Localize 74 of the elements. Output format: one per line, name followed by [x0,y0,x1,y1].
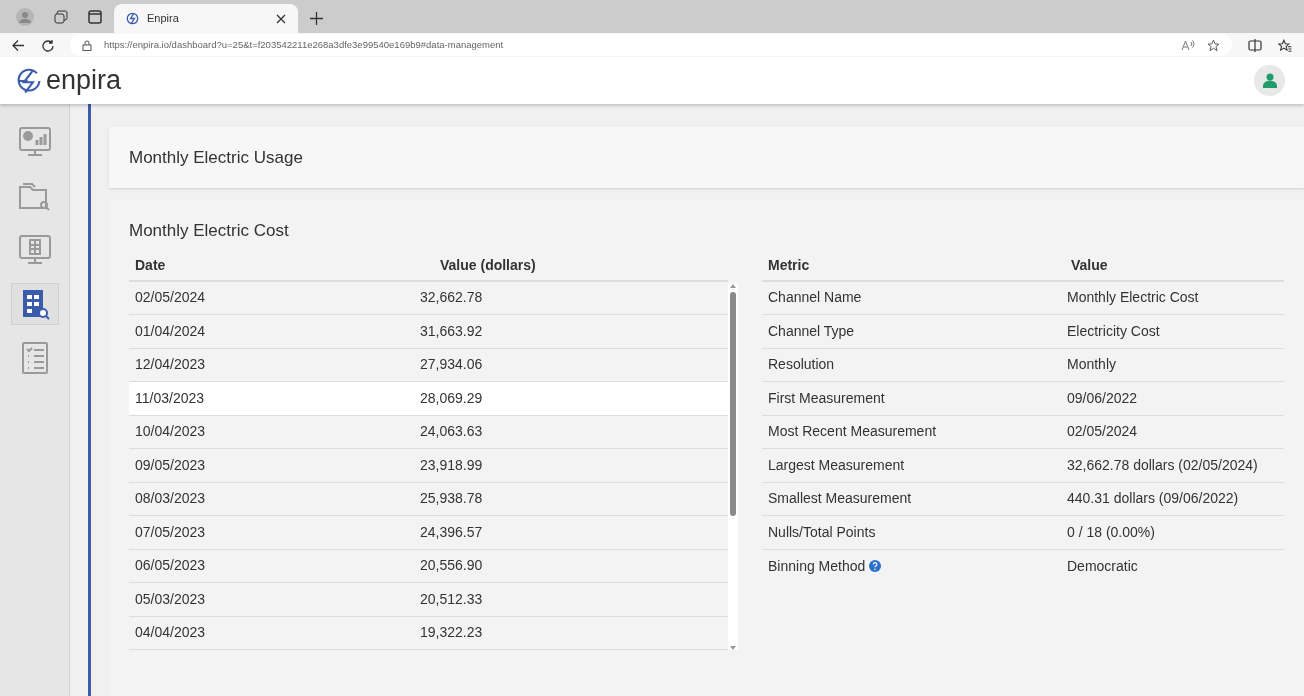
tab-actions-icon[interactable] [88,9,102,24]
table-cell-text: 07/05/2023 [135,522,207,542]
close-icon[interactable] [276,13,286,24]
table-cell-text: Nulls/Total Points [768,522,876,542]
table-cell-text: Monthly Electric Cost [1067,288,1199,308]
lightning-logo-icon [126,12,139,25]
table-cell-text: 28,069.29 [420,388,483,408]
table-cell-text: 23,918.99 [420,455,483,475]
table-cell-text: 08/03/2023 [135,489,207,509]
back-icon[interactable] [12,38,25,52]
sidebar-item[interactable] [10,283,59,325]
table-cell-text: 25,938.78 [420,489,483,509]
workspaces-icon[interactable] [54,9,68,24]
card-title: Monthly Electric Usage [129,146,303,169]
table-cell-text: 01/04/2024 [135,321,207,341]
scroll-up-icon[interactable] [730,283,736,288]
table-cell-text: 10/04/2023 [135,422,207,442]
table-cell-text: Most Recent Measurement [768,422,937,442]
table-cell-text: 19,322.23 [420,623,483,643]
table-cell-text: 04/04/2023 [135,623,207,643]
user-avatar[interactable] [1254,65,1285,96]
table-row[interactable]: 11/03/2023 28,069.29 [129,382,728,416]
table-cell-text: 24,396.57 [420,522,483,542]
table-cell-text: 02/05/2024 [1067,422,1138,442]
table-cell-text: 440.31 dollars (09/06/2022) [1067,489,1239,509]
table-cell-text: 20,556.90 [420,556,483,576]
lock-icon [82,39,92,51]
table-cell-text: 12/04/2023 [135,355,207,375]
table-cell-text: Binning Method [768,556,866,576]
read-aloud-icon[interactable] [1181,39,1195,51]
table-cell-text: 27,934.06 [420,355,483,375]
table-cell-text: 09/05/2023 [135,455,207,475]
table-cell-text: 09/06/2022 [1067,388,1138,408]
user-icon [1262,73,1277,88]
table-cell-text: 0 / 18 (0.00%) [1067,522,1155,542]
lightning-logo-icon [16,67,42,94]
favorites-icon[interactable] [1278,38,1292,52]
table-cell-text: 06/05/2023 [135,556,207,576]
table-cell-text: 20,512.33 [420,589,483,609]
column-header: Metric [768,256,811,275]
url-text: https://enpira.io/dashboard?u=25&t=f203542211e268a3dfe3e99540e169b9#data-management [104,37,505,52]
table-cell-text: Democratic [1067,556,1138,576]
table-cell-text: 02/05/2024 [135,288,207,308]
table-cell-text: Smallest Measurement [768,489,912,509]
card-title: Monthly Electric Cost [129,220,290,242]
table-cell-text: Channel Name [768,288,862,308]
table-cell-text: Resolution [768,355,835,375]
scroll-down-icon[interactable] [730,646,736,650]
table-cell-text: First Measurement [768,388,885,408]
browser-tab[interactable]: Enpira [114,4,298,33]
table-cell-text: Electricity Cost [1067,321,1160,341]
table-cell-text: 05/03/2023 [135,589,207,609]
monitor-chart-icon [17,125,52,159]
address-bar[interactable]: https://enpira.io/dashboard?u=25&t=f203542211e268a3dfe3e99540e169b9#data-management [70,34,1232,56]
table-cell-text: 11/03/2023 [135,388,206,408]
star-icon[interactable] [1207,38,1220,52]
tab-title: Enpira [147,11,180,27]
logo-text: enpira [46,67,122,94]
column-header: Value (dollars) [440,256,536,275]
table-cell-text: 32,662.78 dollars (02/05/2024) [1067,455,1258,475]
monitor-grid-icon [17,233,52,267]
scrollbar[interactable] [728,283,738,650]
help-icon[interactable] [869,560,882,573]
column-header: Date [135,256,167,275]
table-cell-text: 32,662.78 [420,288,483,308]
table-cell-text: 31,663.92 [420,321,483,341]
table-cell-text: 24,063.63 [420,422,483,442]
refresh-icon[interactable] [41,38,54,52]
table-cell-text: Largest Measurement [768,455,905,475]
new-tab-icon[interactable] [310,12,323,25]
table-cell-text: Monthly [1067,355,1117,375]
split-screen-icon[interactable] [1248,38,1262,52]
table-cell-text: Channel Type [768,321,855,341]
column-header: Value [1071,256,1108,275]
